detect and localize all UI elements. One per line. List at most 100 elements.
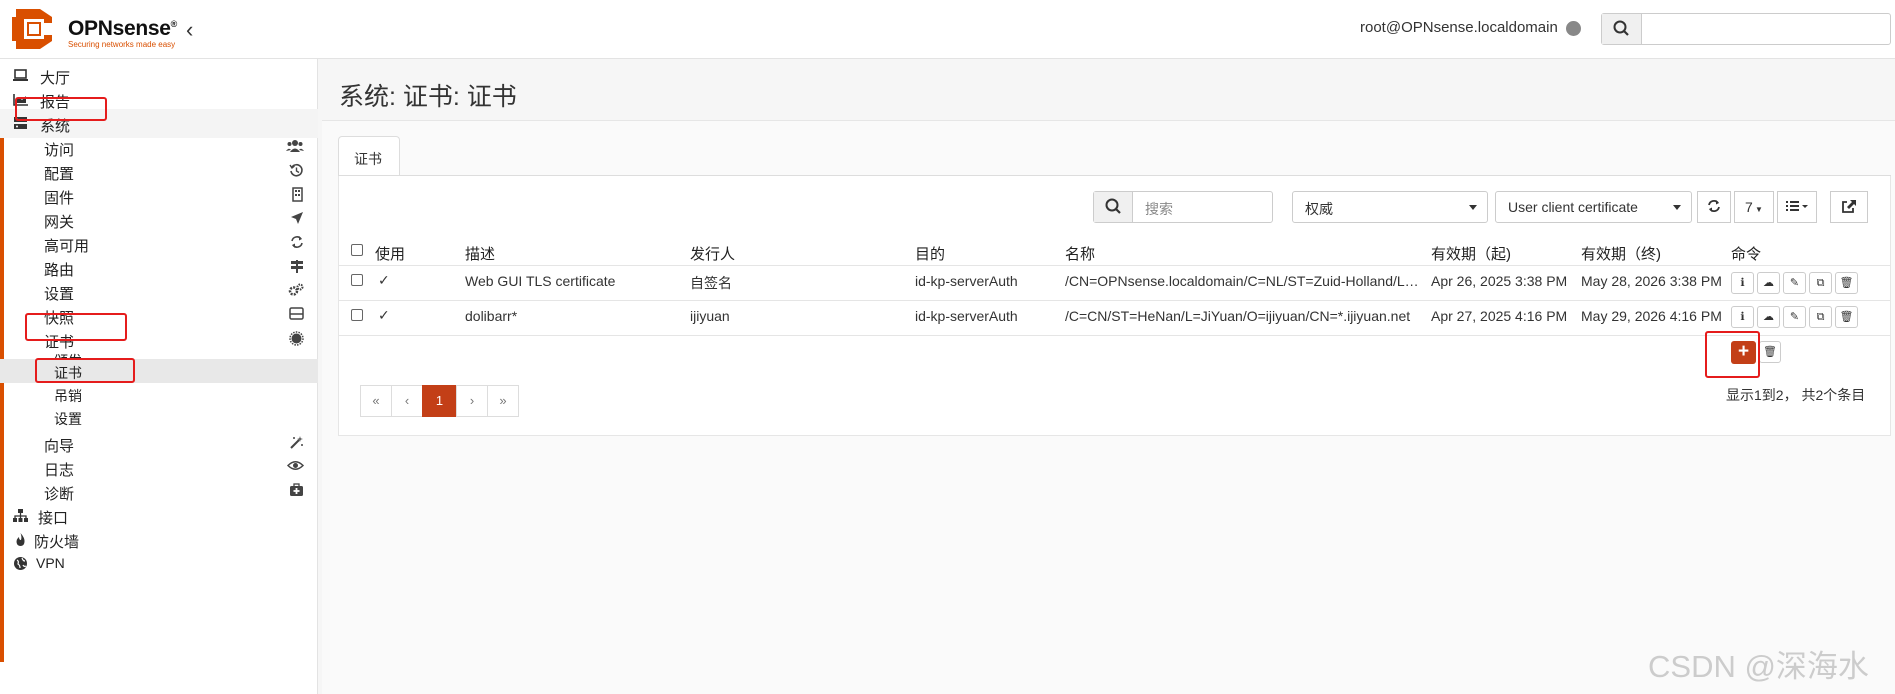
top-header: OPNsense® Securing networks made easy ‹ … (0, 0, 1895, 59)
building-icon (291, 187, 304, 205)
sidebar-item-label: 设置 (54, 411, 82, 427)
cell-description: dolibarr* (465, 308, 518, 324)
column-header-description[interactable]: 描述 (465, 243, 495, 264)
copy-icon: ⧉ (1816, 311, 1825, 323)
column-header-purpose[interactable]: 目的 (915, 243, 945, 264)
refresh-icon (1708, 200, 1720, 212)
global-search-input[interactable] (1601, 13, 1891, 45)
download-icon: ☁ (1763, 277, 1774, 289)
info-icon: ℹ (1740, 277, 1745, 289)
delete-button[interactable]: 🗑 (1835, 306, 1858, 328)
info-button[interactable]: ℹ (1731, 306, 1754, 328)
cell-valid-from: Apr 26, 2025 3:38 PM (1431, 273, 1568, 289)
check-icon: ✓ (378, 272, 390, 288)
search-placeholder: 搜索 (1145, 201, 1173, 217)
sidebar-item-revocation[interactable]: 吊销 (0, 382, 318, 406)
column-header-name[interactable]: 名称 (1065, 243, 1095, 264)
column-header-commands: 命令 (1731, 246, 1762, 263)
brand-tagline: Securing networks made easy (68, 40, 176, 49)
delete-selected-button[interactable]: 🗑 (1759, 341, 1781, 363)
eye-icon (286, 459, 305, 475)
medkit-icon (289, 483, 304, 500)
pagination-info: 显示1到2， 共2个条目 (1726, 387, 1866, 403)
authority-select-value: 权威 (1305, 201, 1333, 217)
certificate-icon (289, 331, 304, 349)
authority-select[interactable]: 权威 (1292, 191, 1488, 223)
brand-name: OPNsense® (68, 17, 177, 40)
search-button[interactable] (1094, 192, 1133, 222)
status-indicator (1566, 21, 1581, 36)
chevron-down-icon (1673, 205, 1681, 210)
export-button[interactable] (1830, 191, 1868, 223)
download-button[interactable]: ☁ (1757, 272, 1780, 294)
sidebar-item-label: 吊销 (54, 388, 82, 404)
page-prev[interactable]: ‹ (391, 385, 423, 417)
edit-button[interactable]: ✎ (1783, 272, 1806, 294)
cell-description: Web GUI TLS certificate (465, 273, 616, 289)
fire-icon (12, 532, 29, 547)
page-next[interactable]: › (456, 385, 488, 417)
sidebar-item-vpn[interactable]: VPN (0, 549, 318, 578)
laptop-icon (12, 68, 29, 83)
hdd-icon (289, 307, 304, 323)
row-checkbox[interactable] (351, 274, 363, 286)
table-divider (339, 265, 1890, 266)
trash-icon: 🗑 (1763, 346, 1777, 358)
type-select-value: User client certificate (1508, 199, 1638, 215)
sitemap-icon (12, 508, 29, 523)
info-icon: ℹ (1740, 311, 1745, 323)
highlight-annotation (35, 358, 135, 383)
column-header-valid-to[interactable]: 有效期（终) (1581, 243, 1661, 264)
chevron-left-icon[interactable]: ‹ (186, 17, 193, 43)
users-icon (286, 139, 304, 156)
column-header-valid-from[interactable]: 有效期（起) (1431, 243, 1511, 264)
search-button[interactable] (1602, 14, 1642, 44)
trash-icon: 🗑 (1839, 311, 1854, 323)
select-all-checkbox[interactable] (351, 244, 363, 256)
download-icon: ☁ (1763, 311, 1774, 323)
cogs-icon (288, 283, 304, 300)
copy-icon: ⧉ (1816, 277, 1825, 289)
magic-icon (289, 435, 304, 453)
cell-issuer: 自签名 (690, 275, 732, 291)
columns-dropdown[interactable] (1777, 191, 1817, 223)
list-icon (1786, 201, 1808, 211)
opnsense-logo[interactable]: OPNsense® Securing networks made easy (10, 5, 192, 53)
clone-button[interactable]: ⧉ (1809, 306, 1832, 328)
column-header-in-use[interactable]: 使用 (375, 243, 405, 264)
type-select[interactable]: User client certificate (1495, 191, 1692, 223)
page-title: 系统: 证书: 证书 (339, 83, 517, 111)
download-button[interactable]: ☁ (1757, 306, 1780, 328)
delete-button[interactable]: 🗑 (1835, 272, 1858, 294)
page-last[interactable]: » (487, 385, 519, 417)
row-checkbox[interactable] (351, 309, 363, 321)
page-first[interactable]: « (360, 385, 392, 417)
pencil-icon: ✎ (1789, 277, 1800, 289)
chevron-down-icon (1469, 205, 1477, 210)
history-icon (289, 163, 304, 181)
column-header-issuer[interactable]: 发行人 (690, 243, 735, 264)
cell-issuer: ijiyuan (690, 308, 730, 324)
page-current[interactable]: 1 (422, 385, 457, 417)
clone-button[interactable]: ⧉ (1809, 272, 1832, 294)
info-button[interactable]: ℹ (1731, 272, 1754, 294)
watermark: CSDN @深海水 (1648, 649, 1869, 684)
rows-per-page-value: 7 (1745, 199, 1753, 215)
cell-name: /CN=OPNsense.localdomain/C=NL/ST=Zuid-Ho… (1065, 273, 1419, 289)
search-icon (1105, 198, 1121, 214)
edit-button[interactable]: ✎ (1783, 306, 1806, 328)
rows-per-page-dropdown[interactable]: 7 ▼ (1734, 191, 1774, 223)
current-user[interactable]: root@OPNsense.localdomain (1360, 19, 1558, 36)
check-icon: ✓ (378, 307, 390, 323)
cell-name: /C=CN/ST=HeNan/L=JiYuan/O=ijiyuan/CN=*.i… (1065, 308, 1411, 324)
chevron-down-icon: ▼ (1752, 205, 1763, 214)
sidebar-item-cert-settings[interactable]: 设置 (0, 405, 318, 429)
table-divider (339, 300, 1890, 301)
grid-search-input[interactable]: 搜索 (1093, 191, 1273, 223)
map-signs-icon (290, 259, 304, 277)
cell-valid-to: May 29, 2026 4:16 PM (1581, 308, 1722, 324)
tab-certificates[interactable]: 证书 (338, 136, 400, 176)
location-arrow-icon (290, 211, 304, 228)
table-divider (339, 335, 1890, 336)
refresh-button[interactable] (1697, 191, 1731, 223)
